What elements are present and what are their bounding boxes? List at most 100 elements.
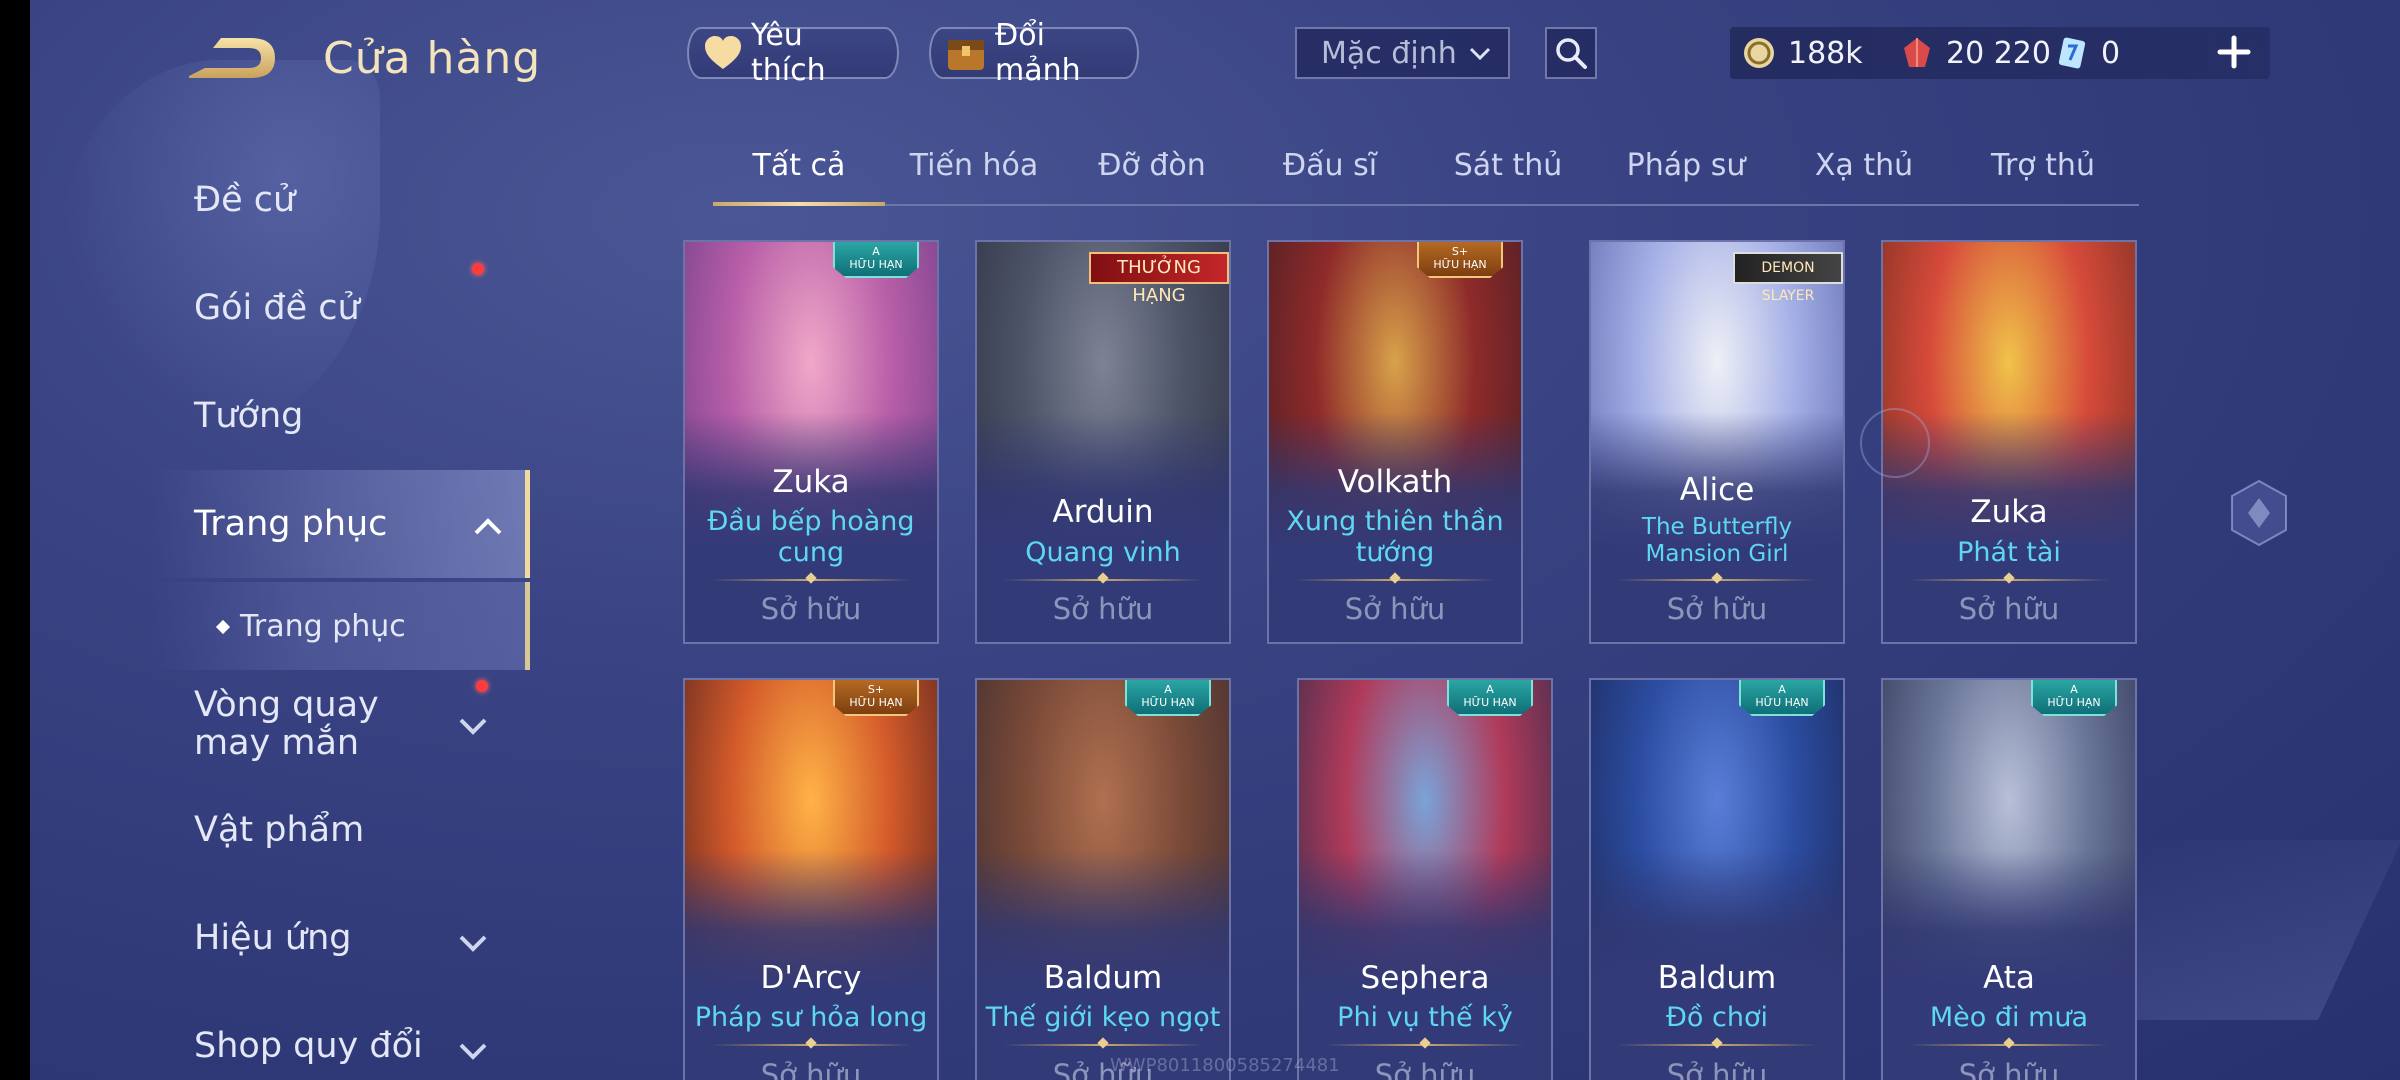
skin-card[interactable]: DEMON SLAYER Alice The Butterfly Mansion… (1589, 240, 1845, 644)
exchange-shards-button[interactable]: Đổi mảnh (929, 18, 1139, 88)
sidebar-subitem-skins[interactable]: Trang phục (150, 582, 530, 670)
hero-name: Zuka (1970, 494, 2048, 530)
sidebar-item-label: Tướng (194, 396, 304, 436)
ticket-currency: 0 (2055, 30, 2120, 76)
tab-all[interactable]: Tất cả (713, 148, 885, 183)
search-button[interactable] (1545, 27, 1597, 79)
skin-name: Đồ chơi (1665, 1002, 1768, 1033)
gold-coin-icon (1744, 38, 1774, 68)
shard-chest-icon (945, 32, 987, 74)
active-tab-indicator (713, 202, 885, 206)
diamond-bullet-icon (215, 619, 231, 635)
owned-status: Sở hữu (760, 592, 862, 626)
skin-name: Quang vinh (1025, 537, 1181, 568)
ticket-amount: 0 (2101, 35, 2121, 71)
sidebar-item-effects[interactable]: Hiệu ứng (150, 898, 510, 978)
card-divider (1295, 579, 1495, 581)
shop-screen: Cửa hàng Yêu thích Đổi mảnh Mặc định 188… (30, 0, 2400, 1080)
sidebar-item-items[interactable]: Vật phẩm (150, 790, 530, 870)
hero-name: Volkath (1337, 464, 1453, 500)
card-divider (1909, 579, 2109, 581)
favorites-label: Yêu thích (751, 18, 826, 88)
skin-card[interactable]: A HỮU HẠN Baldum Đồ chơi Sở hữu (1589, 678, 1845, 1080)
skin-name: Phát tài (1957, 537, 2061, 568)
plus-icon (2217, 35, 2251, 69)
blue-ticket-icon (2058, 37, 2086, 69)
favorites-button[interactable]: Yêu thích (687, 18, 899, 88)
tab-assassin[interactable]: Sát thủ (1419, 148, 1597, 183)
voucher-currency: 20 220 (1900, 30, 2051, 76)
hexagon-float-button[interactable] (2228, 478, 2290, 548)
skin-name: Đầu bếp hoàng cung (707, 506, 915, 568)
hero-name: Alice (1679, 472, 1755, 508)
skin-card[interactable]: A HỮU HẠN Baldum Thế giới kẹo ngọt Sở hữ… (975, 678, 1231, 1080)
hero-name: D'Arcy (760, 960, 862, 996)
exchange-label: Đổi mảnh (995, 18, 1081, 88)
rarity-badge: A HỮU HẠN (833, 242, 919, 278)
skin-name: The Butterfly Mansion Girl (1641, 514, 1793, 567)
skin-name: Pháp sư hỏa long (694, 1002, 928, 1033)
tab-evolution[interactable]: Tiến hóa (885, 148, 1063, 183)
sidebar-item-recommended[interactable]: Đề cử (150, 160, 530, 240)
owned-status: Sở hữu (1344, 592, 1446, 626)
skin-card[interactable]: THƯỞNG HẠNG Arduin Quang vinh Sở hữu (975, 240, 1231, 644)
tab-support[interactable]: Trợ thủ (1953, 148, 2133, 183)
decorative-ring (1860, 408, 1930, 478)
sidebar-item-skins[interactable]: Trang phục (150, 470, 530, 578)
hero-name: Arduin (1052, 494, 1154, 530)
heart-icon (703, 32, 743, 74)
sidebar-item-label: Đề cử (194, 180, 296, 220)
card-divider (711, 1044, 911, 1046)
owned-status: Sở hữu (1666, 1058, 1768, 1080)
page-title: Cửa hàng (323, 33, 542, 84)
category-tabs: Tất cả Tiến hóa Đỡ đòn Đấu sĩ Sát thủ Ph… (713, 140, 2139, 206)
sidebar-item-label: Vật phẩm (194, 810, 365, 850)
sort-selected-value: Mặc định (1321, 35, 1457, 71)
rarity-badge: S+ HỮU HẠN (1417, 242, 1503, 278)
skin-card[interactable]: S+ HỮU HẠN D'Arcy Pháp sư hỏa long Sở hữ… (683, 678, 939, 1080)
skin-name: Phi vụ thế kỷ (1337, 1002, 1513, 1033)
owned-status: Sở hữu (1958, 592, 2060, 626)
hero-name: Baldum (1657, 960, 1777, 996)
chevron-up-icon (471, 510, 505, 550)
skin-name: Xung thiên thần tướng (1286, 506, 1504, 568)
card-divider (1325, 1044, 1525, 1046)
skin-card[interactable]: A HỮU HẠN Ata Mèo đi mưa Sở hữu (1881, 678, 2137, 1080)
owned-status: Sở hữu (760, 1058, 862, 1080)
hero-name: Sephera (1360, 960, 1490, 996)
sidebar-item-recommended-packs[interactable]: Gói đề cử (150, 268, 530, 348)
sidebar-item-heroes[interactable]: Tướng (150, 376, 530, 456)
hero-name: Zuka (772, 464, 850, 500)
voucher-amount: 20 220 (1946, 35, 2051, 71)
sort-dropdown[interactable]: Mặc định (1295, 27, 1510, 79)
tab-mage[interactable]: Pháp sư (1597, 148, 1775, 183)
sidebar-item-label: Shop quy đổi (194, 1026, 423, 1066)
sidebar-item-exchange-shop[interactable]: Shop quy đổi (150, 1006, 510, 1080)
sidebar-item-label: Gói đề cử (194, 288, 360, 328)
tabs-baseline (713, 204, 2139, 206)
tab-marksman[interactable]: Xạ thủ (1775, 148, 1953, 183)
sidebar-item-label: Trang phục (194, 504, 388, 544)
rarity-badge: S+ HỮU HẠN (833, 680, 919, 716)
owned-status: Sở hữu (1052, 592, 1154, 626)
hero-name: Baldum (1043, 960, 1163, 996)
card-divider (711, 579, 911, 581)
owned-status: Sở hữu (1666, 592, 1768, 626)
card-divider (1909, 1044, 2109, 1046)
skin-name: Thế giới kẹo ngọt (985, 1002, 1221, 1033)
chevron-down-icon (1466, 40, 1494, 76)
sidebar-item-label: Vòng quay may mắn (194, 685, 379, 763)
skin-card[interactable]: A HỮU HẠN Zuka Đầu bếp hoàng cung Sở hữu (683, 240, 939, 644)
rarity-badge: A HỮU HẠN (1125, 680, 1211, 716)
back-button[interactable] (185, 30, 281, 86)
hero-name: Ata (1983, 960, 2035, 996)
skin-card[interactable]: S+ HỮU HẠN Volkath Xung thiên thần tướng… (1267, 240, 1523, 644)
skin-card[interactable]: A HỮU HẠN Sephera Phi vụ thế kỷ Sở hữu (1297, 678, 1553, 1080)
rank-ribbon: THƯỞNG HẠNG (1089, 252, 1229, 306)
tab-fighter[interactable]: Đấu sĩ (1241, 148, 1419, 183)
rarity-badge: A HỮU HẠN (1447, 680, 1533, 716)
add-currency-button[interactable] (2210, 28, 2258, 76)
sidebar-item-lucky-spin[interactable]: Vòng quay may mắn (150, 680, 510, 768)
tab-tank[interactable]: Đỡ đòn (1063, 148, 1241, 183)
skin-name: Mèo đi mưa (1929, 1002, 2089, 1033)
